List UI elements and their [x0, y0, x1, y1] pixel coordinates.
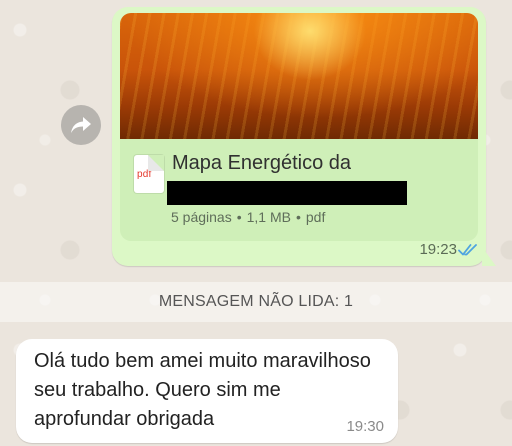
- outgoing-document-message[interactable]: pdf Mapa Energético da 5 páginas • 1,1 MB •…: [112, 7, 486, 266]
- document-info[interactable]: pdf Mapa Energético da 5 páginas • 1,1 MB •…: [120, 139, 478, 241]
- unread-divider-label: MENSAGEM NÃO LIDA: 1: [158, 293, 354, 310]
- meta-separator: •: [236, 209, 242, 225]
- outgoing-bubble-tail: [482, 247, 496, 266]
- document-meta: 5 páginas • 1,1 MB • pdf: [171, 209, 325, 225]
- meta-separator: •: [295, 209, 301, 225]
- forward-arrow-icon: [71, 117, 91, 133]
- incoming-text-message[interactable]: Olá tudo bem amei muito maravilhoso seu …: [16, 339, 398, 443]
- double-check-read-icon: [458, 244, 477, 256]
- document-format: pdf: [305, 209, 326, 225]
- message-text: Olá tudo bem amei muito maravilhoso seu …: [34, 350, 371, 430]
- document-pages: 5 páginas: [171, 209, 232, 225]
- message-time: 19:30: [346, 418, 384, 435]
- forward-button[interactable]: [61, 105, 101, 145]
- document-file-name: Mapa Energético da: [172, 152, 352, 174]
- message-time: 19:23: [419, 241, 457, 258]
- unread-divider: MENSAGEM NÃO LIDA: 1: [0, 282, 512, 322]
- redacted-file-name: [167, 181, 407, 205]
- document-size: 1,1 MB: [246, 209, 291, 225]
- document-preview-image[interactable]: [120, 13, 478, 139]
- pdf-file-icon: pdf: [134, 155, 164, 193]
- pdf-file-badge: pdf: [137, 169, 152, 180]
